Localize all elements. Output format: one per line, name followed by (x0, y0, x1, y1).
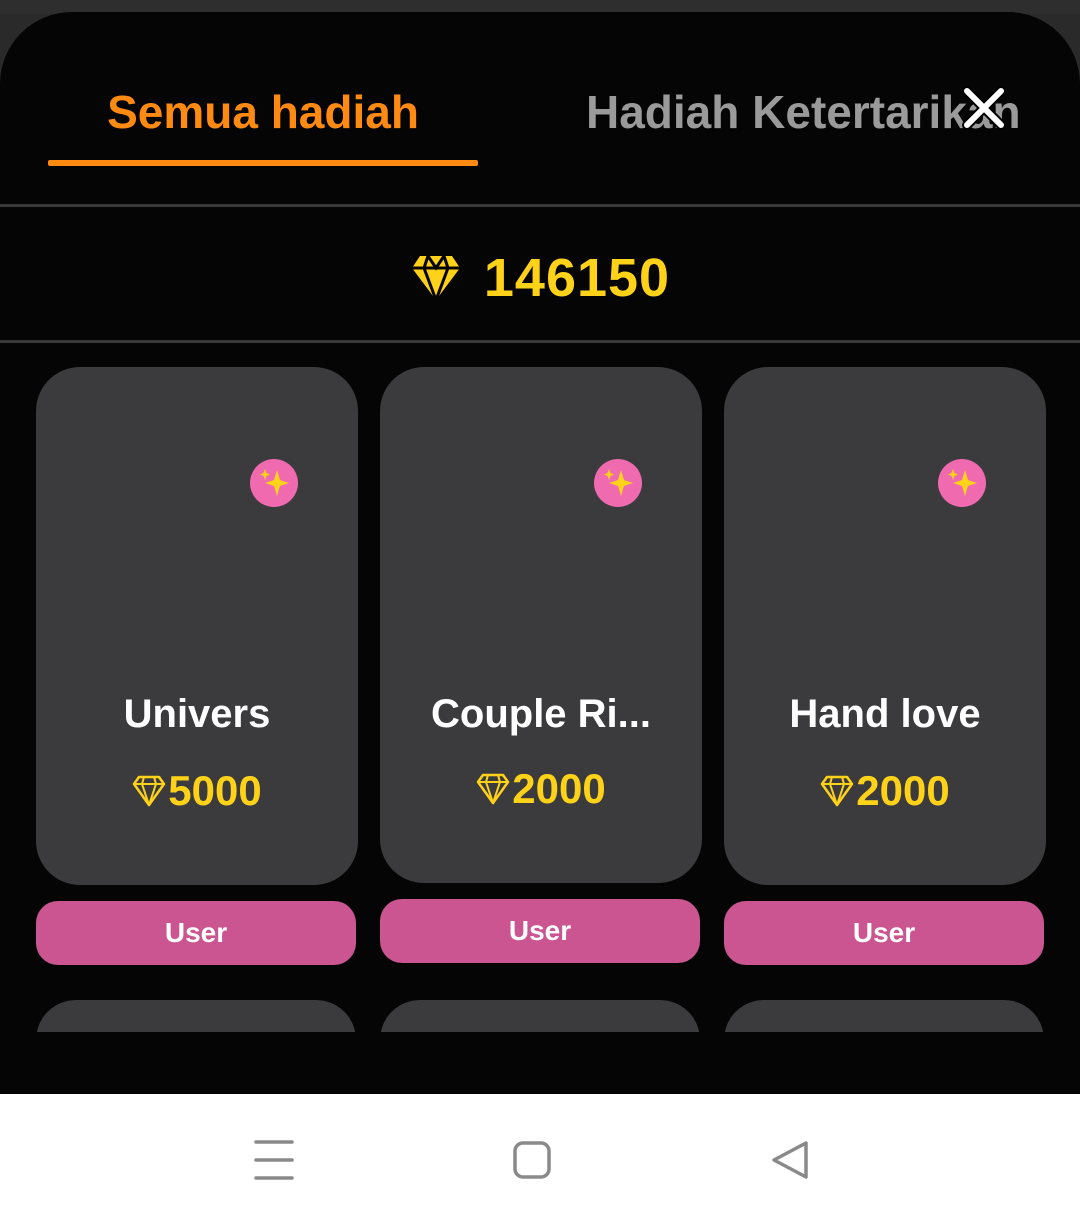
divider (0, 204, 1080, 207)
gift-card[interactable]: Couple Ri... 2000 (380, 367, 702, 883)
diamond-icon (133, 775, 166, 807)
recent-apps-button[interactable] (244, 1130, 304, 1190)
tab-all-gifts[interactable]: Semua hadiah (48, 82, 478, 142)
gift-price-value: 2000 (512, 765, 606, 812)
home-button[interactable] (502, 1130, 562, 1190)
gift-name: Hand love (789, 692, 981, 736)
diamond-balance: 146150 (0, 238, 1080, 318)
gift-price: 2000 (724, 763, 1046, 819)
gift-price: 2000 (380, 761, 702, 817)
sheet-bottom-area (0, 1032, 1080, 1094)
divider (0, 340, 1080, 343)
gift-price: 5000 (36, 763, 358, 819)
sparkles-icon (260, 469, 289, 496)
tab-attraction-gifts[interactable]: Hadiah Ketertarikan (586, 82, 1021, 142)
sparkles-badge (594, 459, 642, 507)
diamond-icon (477, 773, 510, 805)
sparkles-badge (250, 459, 298, 507)
gift-price-value: 2000 (856, 767, 950, 814)
user-button[interactable]: User (724, 901, 1044, 965)
balance-value: 146150 (483, 248, 671, 308)
gift-sheet: Semua hadiah Hadiah Ketertarikan 146150 (0, 12, 1080, 1094)
menu-icon (254, 1140, 294, 1180)
gift-card[interactable]: Univers 5000 (36, 367, 358, 885)
gift-name: Univers (123, 692, 271, 736)
user-button[interactable]: User (36, 901, 356, 965)
back-button[interactable] (760, 1130, 820, 1190)
sparkles-icon (604, 469, 633, 496)
sparkles-badge (938, 459, 986, 507)
diamond-icon (411, 255, 460, 301)
close-icon (962, 86, 1006, 130)
gift-name: Couple Ri... (431, 692, 651, 736)
gift-card[interactable]: Hand love 2000 (724, 367, 1046, 885)
user-button[interactable]: User (380, 899, 700, 963)
sparkles-icon (948, 469, 977, 496)
close-button[interactable] (958, 82, 1010, 134)
diamond-icon (821, 775, 854, 807)
active-tab-indicator (48, 160, 478, 166)
gift-price-value: 5000 (168, 767, 262, 814)
back-icon (772, 1141, 808, 1179)
gift-panel-screen: Semua hadiah Hadiah Ketertarikan 146150 (0, 0, 1080, 1224)
system-navigation-bar (0, 1094, 1080, 1224)
home-icon (513, 1141, 551, 1179)
